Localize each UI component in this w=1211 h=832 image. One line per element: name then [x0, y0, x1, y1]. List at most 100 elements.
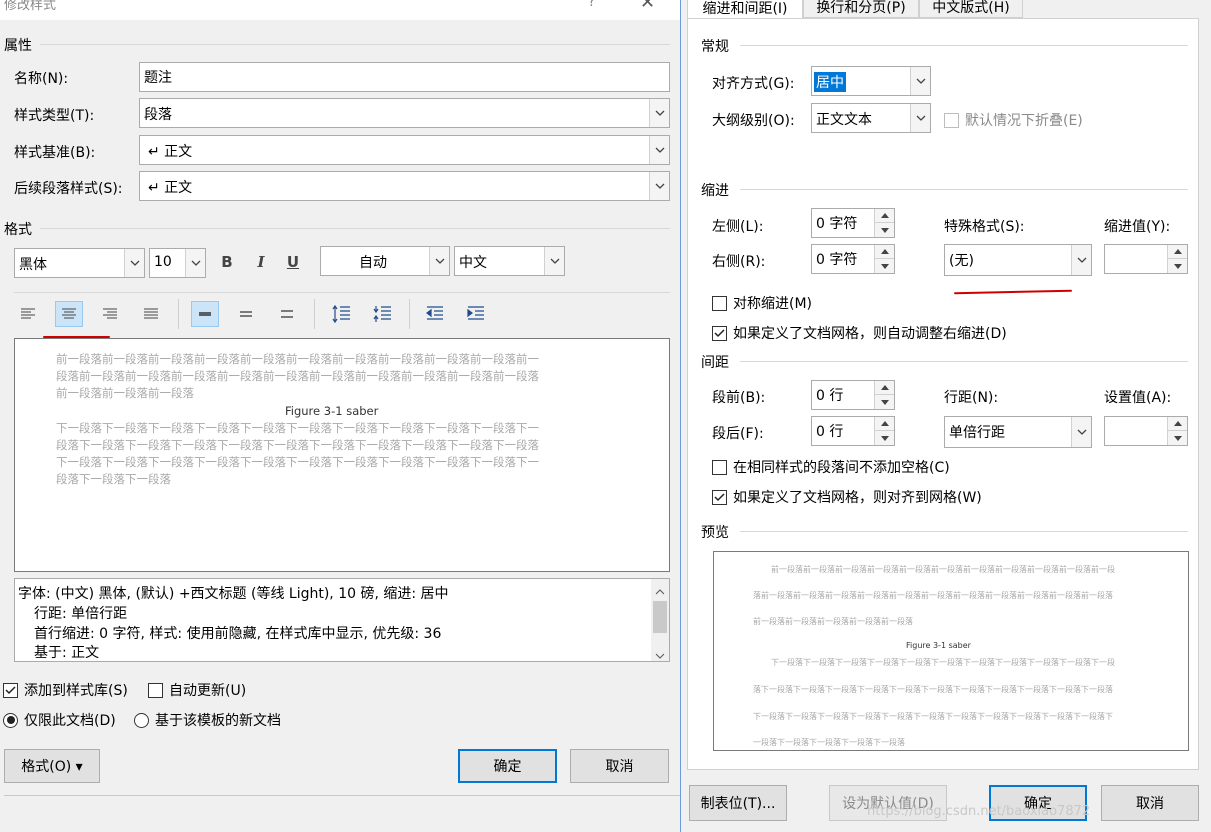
underline-button[interactable]: U: [281, 250, 305, 274]
format-header: 格式: [4, 222, 32, 238]
indent-right-spinner[interactable]: 0 字符: [811, 244, 895, 274]
spin-up-icon[interactable]: [875, 245, 894, 259]
chevron-down-icon[interactable]: [185, 249, 205, 277]
spin-down-icon[interactable]: [875, 259, 894, 273]
font-name-select[interactable]: 黑体: [14, 248, 145, 278]
toolbar-separator: [409, 299, 410, 329]
following-style-select[interactable]: ↵ 正文: [139, 171, 670, 201]
title-bar: [0, 0, 680, 20]
spin-up-icon[interactable]: [875, 381, 894, 395]
spin-down-icon[interactable]: [1168, 259, 1187, 273]
space-before-decrease-icon[interactable]: [368, 301, 396, 327]
special-indent-select[interactable]: (无): [944, 244, 1092, 276]
format-divider: [40, 228, 670, 229]
preview-prev-line: 段落前一段落前一段落前一段落前一段落前一段落前一段落前一段落前一段落前一段落前一…: [56, 369, 539, 383]
align-right-icon[interactable]: [96, 301, 124, 327]
scroll-up-icon[interactable]: [655, 583, 665, 599]
chevron-down-icon[interactable]: [124, 249, 144, 277]
chevron-down-icon[interactable]: [1071, 417, 1091, 447]
new-documents-option[interactable]: 基于该模板的新文档: [134, 710, 281, 730]
tab-indents-spacing[interactable]: 缩进和间距(I): [687, 0, 803, 19]
description-scrollbar[interactable]: [651, 579, 669, 661]
outline-level-select[interactable]: 正文文本: [811, 103, 931, 133]
chevron-down-icon[interactable]: [649, 172, 669, 200]
spin-up-icon[interactable]: [1168, 417, 1187, 431]
spin-down-icon[interactable]: [875, 395, 894, 409]
checkbox-unchecked[interactable]: [712, 295, 727, 311]
no-space-same-style-option[interactable]: 在相同样式的段落间不添加空格(C): [712, 457, 950, 477]
checkbox-unchecked[interactable]: [148, 682, 163, 698]
cancel-button[interactable]: 取消: [1101, 785, 1199, 821]
spin-up-icon[interactable]: [875, 209, 894, 223]
only-this-document-option[interactable]: 仅限此文档(D): [3, 710, 116, 730]
align-left-icon[interactable]: [14, 301, 42, 327]
chevron-down-icon[interactable]: [910, 67, 930, 95]
decrease-indent-icon[interactable]: [421, 301, 449, 327]
script-select[interactable]: 中文: [454, 246, 565, 276]
auto-update-option[interactable]: 自动更新(U): [148, 680, 246, 700]
spacing-divider: [740, 361, 1188, 362]
cancel-button[interactable]: 取消: [570, 749, 669, 783]
spacing-header: 间距: [701, 355, 729, 371]
style-type-select[interactable]: 段落: [139, 98, 670, 128]
font-size-select[interactable]: 10: [149, 248, 206, 278]
indent-left-spinner[interactable]: 0 字符: [811, 208, 895, 238]
modify-style-dialog: 修改样式 ? ✕ 属性 名称(N): 题注 样式类型(T): 段落 样式基准(B…: [0, 0, 680, 800]
double-spacing-icon[interactable]: [273, 301, 301, 327]
italic-button[interactable]: I: [249, 250, 273, 274]
onehalf-spacing-icon[interactable]: [232, 301, 260, 327]
script-value: 中文: [459, 255, 487, 271]
line-spacing-at-spinner[interactable]: [1104, 416, 1188, 446]
following-style-value: ↵ 正文: [148, 180, 193, 196]
style-based-on-select[interactable]: ↵ 正文: [139, 135, 670, 165]
spin-up-icon[interactable]: [875, 417, 894, 431]
scroll-thumb[interactable]: [653, 601, 667, 633]
bold-button[interactable]: B: [215, 250, 239, 274]
spin-down-icon[interactable]: [875, 431, 894, 445]
justify-icon[interactable]: [137, 301, 165, 327]
font-color-select[interactable]: 自动: [320, 246, 450, 276]
space-before-spinner[interactable]: 0 行: [811, 380, 895, 410]
checkbox-checked[interactable]: [712, 489, 727, 505]
ok-button[interactable]: 确定: [458, 749, 557, 783]
dialog-bottom-border: [4, 795, 680, 796]
chevron-down-icon[interactable]: [544, 247, 564, 275]
checkbox-checked[interactable]: [712, 325, 727, 341]
font-color-value: 自动: [359, 255, 387, 271]
auto-adjust-right-option[interactable]: 如果定义了文档网格，则自动调整右缩进(D): [712, 323, 1007, 343]
help-button[interactable]: ?: [588, 0, 595, 10]
chevron-down-icon[interactable]: [910, 104, 930, 132]
chevron-down-icon[interactable]: [649, 136, 669, 164]
checkbox-checked[interactable]: [3, 682, 18, 698]
indent-right-value: 0 字符: [816, 252, 858, 268]
indent-by-spinner[interactable]: [1104, 244, 1188, 274]
tabs-button[interactable]: 制表位(T)...: [689, 785, 787, 821]
tab-asian-typography[interactable]: 中文版式(H): [919, 0, 1023, 18]
radio-unselected[interactable]: [134, 712, 149, 728]
checkbox-unchecked[interactable]: [712, 459, 727, 475]
radio-selected[interactable]: [3, 712, 18, 728]
scroll-down-icon[interactable]: [655, 647, 665, 663]
align-center-icon[interactable]: [55, 301, 83, 327]
spin-down-icon[interactable]: [875, 223, 894, 237]
add-to-gallery-option[interactable]: 添加到样式库(S): [3, 680, 128, 700]
chevron-down-icon[interactable]: [649, 99, 669, 127]
name-input[interactable]: 题注: [139, 62, 670, 92]
chevron-down-icon[interactable]: [429, 247, 449, 275]
tab-line-page-breaks[interactable]: 换行和分页(P): [803, 0, 919, 18]
space-after-spinner[interactable]: 0 行: [811, 416, 895, 446]
general-divider: [740, 45, 1188, 46]
increase-indent-icon[interactable]: [462, 301, 490, 327]
snap-to-grid-option[interactable]: 如果定义了文档网格，则对齐到网格(W): [712, 487, 982, 507]
space-before-increase-icon[interactable]: [327, 301, 355, 327]
mirror-indents-option[interactable]: 对称缩进(M): [712, 293, 812, 313]
format-menu-button[interactable]: 格式(O) ▾: [4, 749, 100, 783]
alignment-select[interactable]: 居中: [811, 66, 931, 96]
close-button[interactable]: ✕: [640, 0, 655, 13]
toolbar-separator: [314, 299, 315, 329]
line-spacing-select[interactable]: 单倍行距: [944, 416, 1092, 448]
spin-up-icon[interactable]: [1168, 245, 1187, 259]
spin-down-icon[interactable]: [1168, 431, 1187, 445]
chevron-down-icon[interactable]: [1071, 245, 1091, 275]
single-spacing-icon[interactable]: [191, 301, 219, 327]
